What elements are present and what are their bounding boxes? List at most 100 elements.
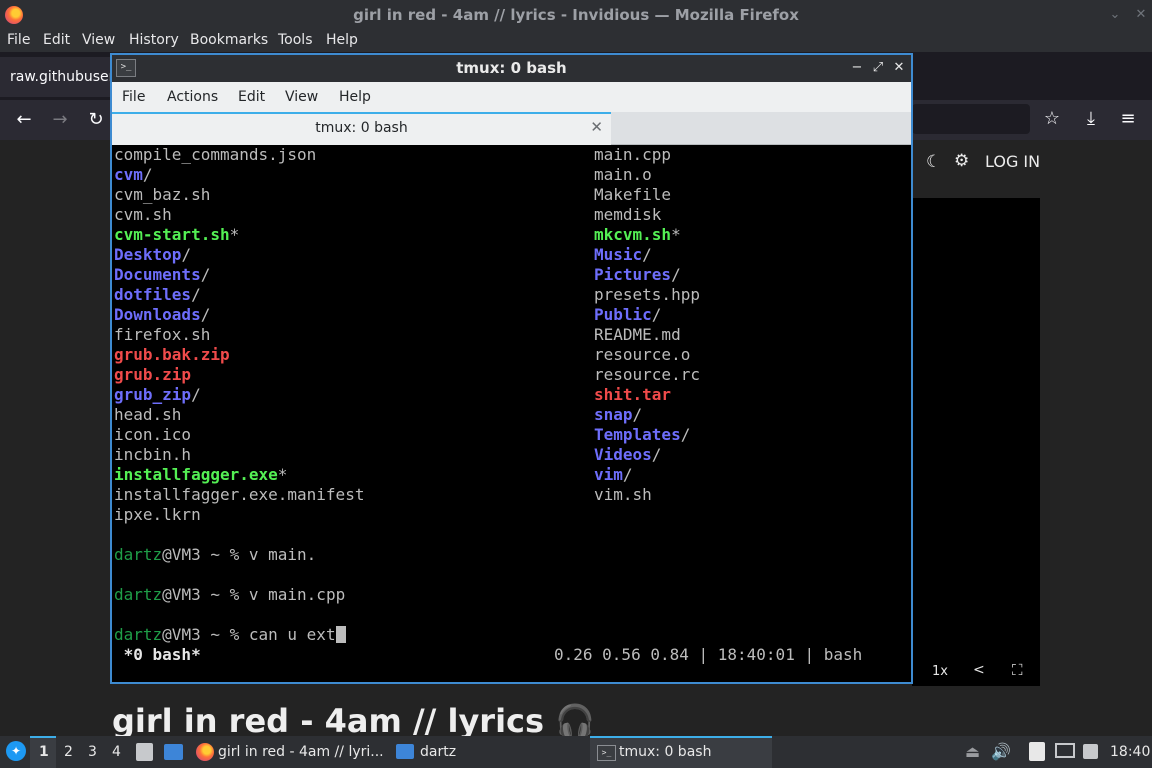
- entry-name: incbin.h: [114, 445, 192, 464]
- share-icon[interactable]: <: [973, 662, 985, 678]
- listing-entry: Music/: [594, 245, 652, 265]
- close-icon[interactable]: ✕: [890, 58, 908, 78]
- desktop-launcher-icon[interactable]: [164, 744, 183, 760]
- firefox-task[interactable]: girl in red - 4am // lyri...: [218, 744, 384, 760]
- playback-speed[interactable]: 1x: [932, 664, 948, 679]
- url-field[interactable]: [912, 104, 1030, 134]
- folder-task-icon: [396, 744, 414, 759]
- bookmark-star-icon[interactable]: ☆: [1040, 109, 1064, 129]
- menu-edit[interactable]: Edit: [43, 32, 70, 48]
- back-icon[interactable]: ←: [12, 110, 36, 130]
- forward-icon[interactable]: →: [48, 110, 72, 130]
- entry-name: main.o: [594, 165, 652, 184]
- maximize-icon[interactable]: ⤢: [869, 58, 887, 78]
- listing-entry: cvm_baz.sh: [114, 185, 210, 205]
- entry-suffix: /: [622, 465, 633, 484]
- entry-name: main.cpp: [594, 145, 672, 164]
- menu-hamburger-icon[interactable]: ≡: [1116, 109, 1140, 129]
- browser-tab[interactable]: raw.githubuser: [0, 57, 110, 97]
- entry-name: installfagger.exe.manifest: [114, 485, 365, 504]
- fullscreen-icon[interactable]: ⛶: [1012, 661, 1023, 679]
- menu-help[interactable]: Help: [326, 32, 358, 48]
- close-icon[interactable]: ✕: [1131, 5, 1151, 25]
- command-text: v main.: [248, 545, 317, 564]
- terminal-window[interactable]: >_ tmux: 0 bash − ⤢ ✕ File Actions Edit …: [110, 53, 913, 684]
- entry-name: cvm-start.sh: [114, 225, 230, 244]
- entry-name: Public: [594, 305, 652, 324]
- notifications-icon[interactable]: [1083, 744, 1098, 759]
- reload-icon[interactable]: ↻: [84, 110, 108, 130]
- entry-suffix: /: [191, 385, 201, 404]
- listing-entry: main.o: [594, 165, 652, 185]
- clipboard-icon[interactable]: [1029, 742, 1045, 761]
- downloads-icon[interactable]: ⤓: [1079, 109, 1103, 129]
- menu-view[interactable]: View: [82, 32, 115, 48]
- entry-name: Downloads: [114, 305, 201, 324]
- terminal-screen[interactable]: compile_commands.json cvm/cvm_baz.sh cvm.s…: [112, 145, 911, 682]
- prompt-line: dartz@VM3 ~ % can u ext: [114, 625, 346, 645]
- entry-suffix: /: [200, 305, 211, 324]
- volume-icon[interactable]: 🔊: [991, 742, 1011, 761]
- listing-entry: head.sh: [114, 405, 181, 425]
- clock[interactable]: 18:40: [1110, 744, 1150, 760]
- prompt-host: @VM3 ~ %: [162, 625, 249, 644]
- listing-entry: Templates/: [594, 425, 690, 445]
- removable-media-icon[interactable]: ⏏: [965, 742, 980, 761]
- menu-view[interactable]: View: [285, 89, 318, 105]
- network-icon[interactable]: [1055, 743, 1075, 758]
- prompt-user: dartz: [114, 625, 163, 644]
- entry-name: shit.tar: [594, 385, 672, 404]
- taskbar: ✦ 1 2 3 4 girl in red - 4am // lyri... d…: [0, 736, 1152, 768]
- theme-toggle-icon[interactable]: ☾: [926, 152, 941, 172]
- workspace-1[interactable]: 1: [39, 744, 49, 760]
- workspace-4[interactable]: 4: [112, 744, 121, 760]
- tmux-window-list[interactable]: *0 bash*: [114, 645, 201, 665]
- command-input[interactable]: can u ext: [249, 625, 336, 644]
- entry-name: grub.zip: [114, 365, 192, 384]
- workspace-3[interactable]: 3: [88, 744, 97, 760]
- listing-entry: firefox.sh: [114, 325, 210, 345]
- listing-entry: compile_commands.json: [114, 145, 316, 165]
- menu-help[interactable]: Help: [339, 89, 371, 105]
- listing-entry: Public/: [594, 305, 661, 325]
- menu-actions[interactable]: Actions: [167, 89, 218, 105]
- prompt-line: dartz@VM3 ~ % v main.cpp: [114, 585, 345, 605]
- folder-task[interactable]: dartz: [420, 744, 456, 760]
- menu-edit[interactable]: Edit: [238, 89, 265, 105]
- menu-bookmarks[interactable]: Bookmarks: [190, 32, 268, 48]
- menu-tools[interactable]: Tools: [278, 32, 313, 48]
- listing-entry: snap/: [594, 405, 642, 425]
- tmux-status-right: 0.26 0.56 0.84 | 18:40:01 | bash: [554, 645, 863, 664]
- settings-gear-icon[interactable]: ⚙: [954, 151, 969, 171]
- menu-file[interactable]: File: [122, 89, 145, 105]
- entry-name: snap: [594, 405, 633, 424]
- menu-file[interactable]: File: [7, 32, 30, 48]
- terminal-task[interactable]: tmux: 0 bash: [619, 744, 711, 760]
- app-launcher-icon[interactable]: ✦: [6, 741, 26, 761]
- file-manager-launcher-icon[interactable]: [136, 743, 153, 761]
- tab-close-icon[interactable]: ✕: [590, 118, 603, 136]
- entry-name: presets.hpp: [594, 285, 700, 304]
- entry-name: cvm_baz.sh: [114, 185, 211, 204]
- entry-suffix: /: [142, 165, 153, 184]
- entry-name: cvm.sh: [114, 205, 172, 224]
- listing-entry: Pictures/: [594, 265, 681, 285]
- menu-history[interactable]: History: [129, 32, 179, 48]
- entry-suffix: /: [651, 445, 662, 464]
- listing-entry: cvm/: [114, 165, 153, 185]
- terminal-tab[interactable]: tmux: 0 bash ✕: [112, 112, 611, 145]
- terminal-tab-label: tmux: 0 bash: [315, 120, 408, 136]
- entry-name: vim: [594, 465, 623, 484]
- entry-suffix: /: [651, 305, 662, 324]
- entry-name: mkcvm.sh: [594, 225, 672, 244]
- entry-suffix: *: [229, 225, 240, 244]
- entry-name: installfagger.exe: [114, 465, 278, 484]
- minimize-icon[interactable]: −: [848, 58, 866, 78]
- entry-suffix: /: [680, 425, 691, 444]
- login-link[interactable]: LOG IN: [985, 152, 1040, 171]
- workspace-2[interactable]: 2: [64, 744, 73, 760]
- entry-name: dotfiles: [114, 285, 192, 304]
- minimize-icon[interactable]: ⌄: [1105, 5, 1125, 25]
- video-player[interactable]: [912, 198, 1040, 686]
- prompt-line: dartz@VM3 ~ % v main.: [114, 545, 316, 565]
